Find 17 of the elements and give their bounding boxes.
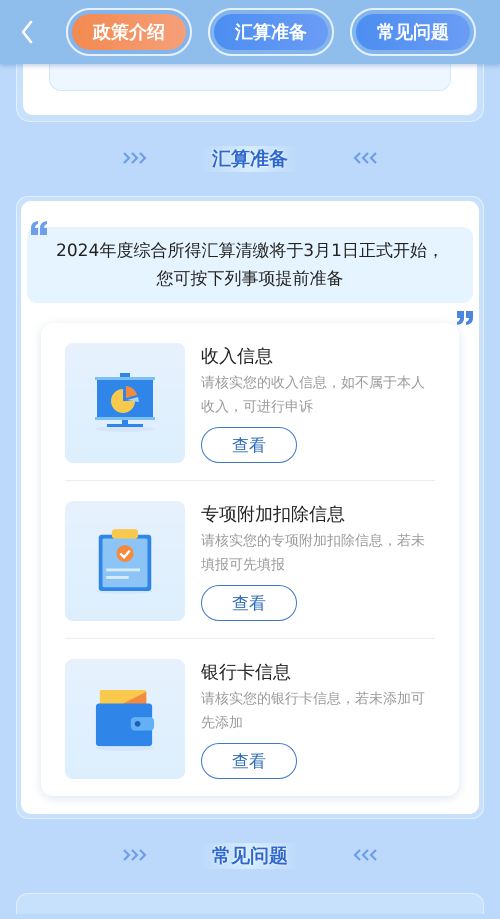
view-button[interactable]: 查看	[201, 585, 297, 621]
item-description: 请核实您的收入信息，如不属于本人收入，可进行申诉	[201, 374, 426, 417]
item-title: 收入信息	[201, 345, 273, 369]
item-description: 请核实您的银行卡信息，若未添加可先添加	[201, 690, 426, 733]
quote-icon	[31, 221, 47, 235]
view-button[interactable]: 查看	[201, 743, 297, 779]
item-description: 请核实您的专项附加扣除信息，若未填报可先填报	[201, 532, 426, 575]
item-title: 专项附加扣除信息	[201, 503, 345, 527]
tab[interactable]: 常见问题	[350, 8, 476, 56]
clipboard-check-icon	[95, 527, 155, 595]
tab[interactable]: 汇算准备	[208, 8, 334, 56]
presentation-chart-icon	[93, 371, 157, 435]
view-button[interactable]: 查看	[201, 427, 297, 463]
quote-icon	[457, 311, 473, 325]
notice-text: 2024年度综合所得汇算清缴将于3月1日正式开始，您可按下列事项提前准备	[27, 227, 473, 303]
back-icon[interactable]	[20, 20, 34, 44]
item-title: 银行卡信息	[201, 661, 291, 685]
